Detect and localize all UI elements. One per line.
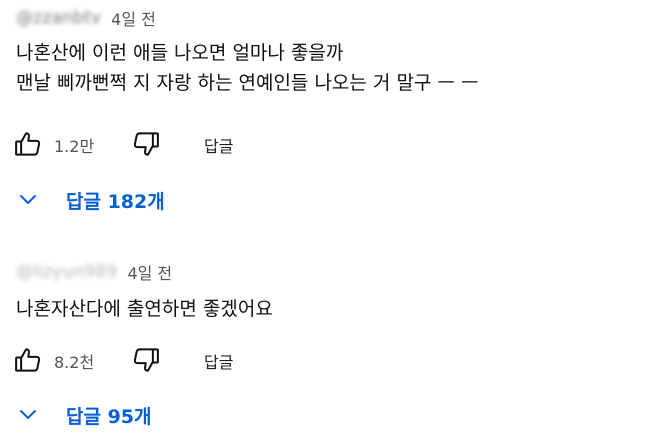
comment-line: 나혼산에 이런 애들 나오면 얼마나 좋을까 — [16, 42, 344, 64]
like-button[interactable] — [8, 340, 48, 380]
like-count: 1.2만 — [54, 137, 95, 156]
comment-text: 나혼자산다에 출연하면 좋겠어요 — [16, 294, 273, 324]
comment-line: 나혼자산다에 출연하면 좋겠어요 — [16, 298, 273, 320]
comment-timestamp[interactable]: 4일 전 — [111, 6, 156, 30]
comment-header: @lizyun989 4일 전 — [16, 258, 172, 286]
thumbs-up-icon — [15, 348, 41, 372]
dislike-button[interactable] — [126, 124, 166, 164]
comment-line: 맨날 삐까뻔쩍 지 자랑 하는 연예인들 나오는 거 말구 ㅡ ㅡ — [16, 72, 479, 94]
dislike-button[interactable] — [126, 340, 166, 380]
chevron-down-icon — [16, 395, 52, 435]
view-replies-button[interactable]: 답글 182개 — [16, 180, 165, 220]
like-button[interactable] — [8, 124, 48, 164]
reply-button[interactable]: 답글 — [204, 349, 233, 373]
comment-header: @zzanbtv 4일 전 — [16, 4, 156, 32]
like-count: 8.2천 — [54, 353, 95, 372]
replies-label: 답글 95개 — [66, 405, 152, 428]
author-handle[interactable]: @lizyun989 — [16, 262, 117, 282]
comment-actions: 1.2만 답글 — [8, 124, 428, 164]
reply-button[interactable]: 답글 — [204, 133, 233, 157]
comment-actions: 8.2천 답글 — [8, 340, 428, 380]
view-replies-button[interactable]: 답글 95개 — [16, 395, 152, 435]
comment-text: 나혼산에 이런 애들 나오면 얼마나 좋을까 맨날 삐까뻔쩍 지 자랑 하는 연… — [16, 38, 478, 98]
thumbs-up-icon — [15, 132, 41, 156]
chevron-down-icon — [16, 180, 52, 220]
replies-label: 답글 182개 — [66, 190, 165, 213]
thumbs-down-icon — [133, 132, 159, 156]
comment-timestamp[interactable]: 4일 전 — [127, 260, 172, 284]
thumbs-down-icon — [133, 348, 159, 372]
author-handle[interactable]: @zzanbtv — [16, 8, 101, 28]
